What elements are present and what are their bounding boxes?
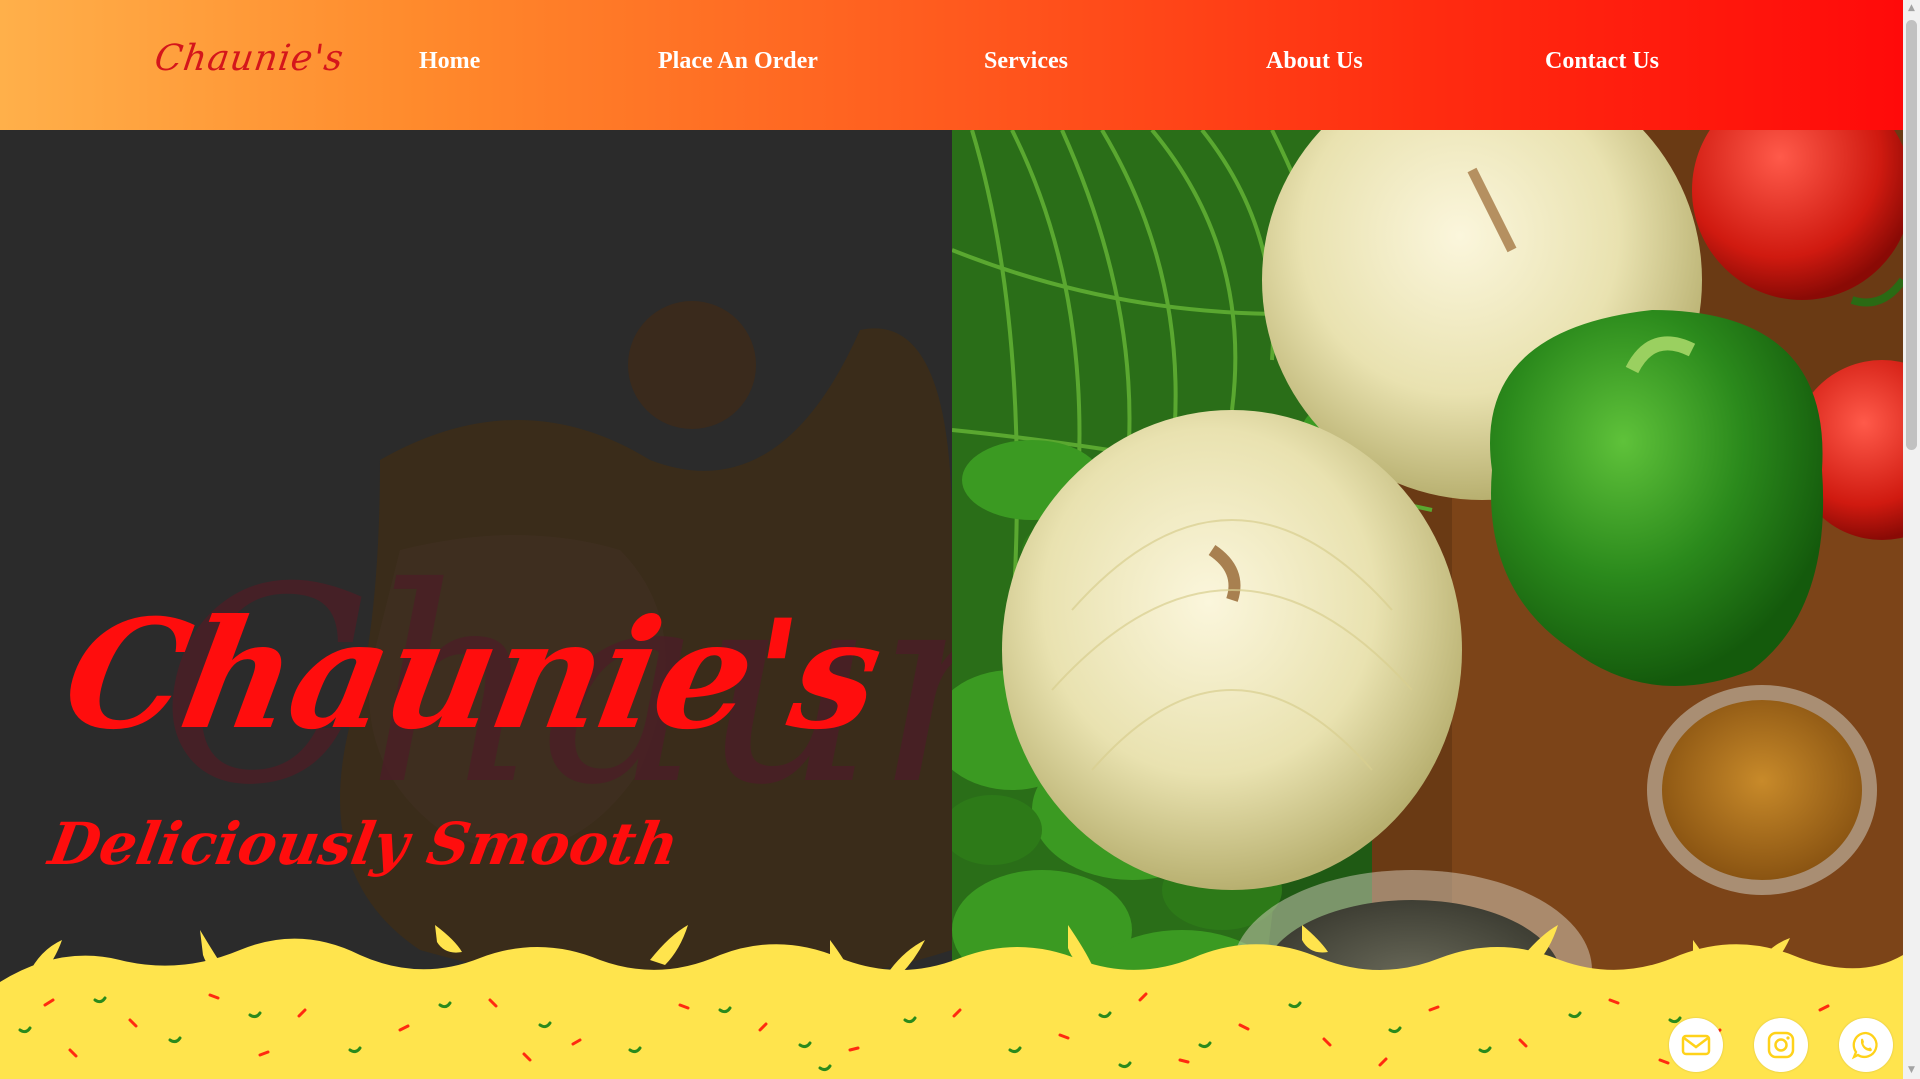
- nav-services[interactable]: Services: [984, 48, 1068, 75]
- nav-place-an-order[interactable]: Place An Order: [658, 48, 818, 75]
- site-header: Chaunie's Home Place An Order Services A…: [0, 0, 1903, 130]
- mail-icon: [1681, 1034, 1711, 1056]
- whatsapp-button[interactable]: [1839, 1018, 1893, 1072]
- page-viewport: Chaunie's Home Place An Order Services A…: [0, 0, 1903, 1079]
- hero-title: Chaunie's: [52, 587, 893, 763]
- vertical-scrollbar[interactable]: ▲ ▼: [1903, 0, 1920, 1079]
- instagram-button[interactable]: [1754, 1018, 1808, 1072]
- decorative-wave: [0, 925, 1903, 1079]
- nav-home[interactable]: Home: [419, 48, 480, 75]
- scrollbar-thumb[interactable]: [1906, 20, 1917, 450]
- nav-about-us[interactable]: About Us: [1266, 48, 1363, 75]
- mail-button[interactable]: [1669, 1018, 1723, 1072]
- scroll-down-arrow-icon[interactable]: ▼: [1903, 1062, 1920, 1079]
- hero-tagline: Deliciously Smooth: [44, 810, 684, 878]
- header-logo[interactable]: Chaunie's: [152, 38, 347, 79]
- scroll-up-arrow-icon[interactable]: ▲: [1903, 0, 1920, 17]
- nav-contact-us[interactable]: Contact Us: [1545, 48, 1659, 75]
- whatsapp-icon: [1851, 1031, 1878, 1060]
- instagram-icon: [1767, 1031, 1795, 1059]
